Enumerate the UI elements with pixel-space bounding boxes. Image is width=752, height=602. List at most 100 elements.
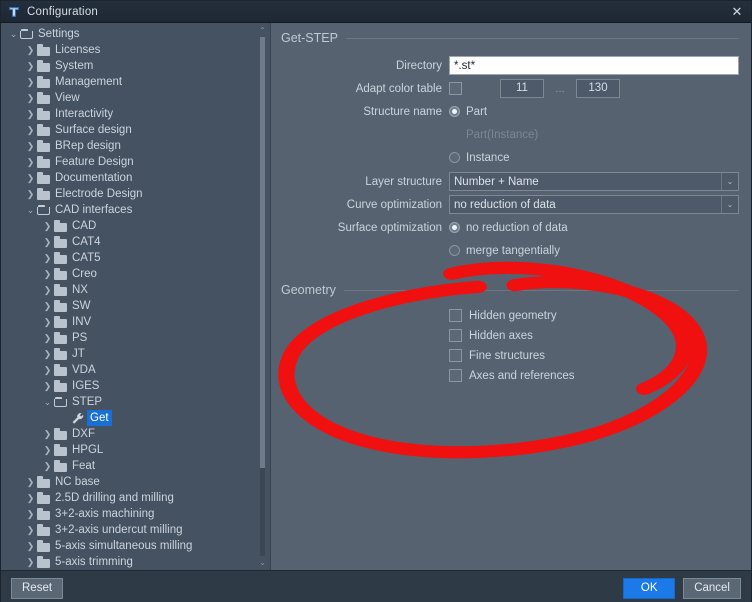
surface-optimization-radio-no-reduction[interactable]	[449, 222, 460, 233]
chevron-right-icon[interactable]: ❯	[41, 346, 54, 362]
tree-item[interactable]: ❯ SW	[1, 298, 270, 314]
chevron-right-icon[interactable]: ❯	[41, 218, 54, 234]
tree-item[interactable]: ❯ System	[1, 58, 270, 74]
tree-item[interactable]: ❯ 5-axis simultaneous milling	[1, 538, 270, 554]
tree-item[interactable]: ❯ HPGL	[1, 442, 270, 458]
geometry-checkbox[interactable]	[449, 349, 462, 362]
layer-structure-select[interactable]: Number + Name ⌄	[449, 172, 739, 191]
tree-item[interactable]: ❯ VDA	[1, 362, 270, 378]
structure-name-option-part[interactable]: Part	[466, 106, 487, 118]
tree-item[interactable]: ❯ Licenses	[1, 42, 270, 58]
adapt-color-table-checkbox[interactable]	[449, 82, 462, 95]
chevron-right-icon[interactable]: ❯	[41, 234, 54, 250]
scrollbar-thumb[interactable]	[260, 37, 265, 468]
chevron-right-icon[interactable]: ❯	[24, 506, 37, 522]
chevron-right-icon[interactable]: ❯	[24, 538, 37, 554]
chevron-right-icon[interactable]: ❯	[24, 554, 37, 570]
chevron-right-icon[interactable]: ❯	[24, 74, 37, 90]
tree-item[interactable]: ❯ 3+2-axis machining	[1, 506, 270, 522]
geometry-checkbox-row[interactable]: Hidden geometry	[449, 309, 739, 322]
surface-optimization-radio-merge-tangentially[interactable]	[449, 245, 460, 256]
geometry-checkbox[interactable]	[449, 309, 462, 322]
tree-item[interactable]: ❯ Surface design	[1, 122, 270, 138]
reset-button[interactable]: Reset	[11, 578, 64, 599]
tree-item[interactable]: ❯ View	[1, 90, 270, 106]
scroll-down-icon[interactable]: ⌄	[257, 557, 268, 568]
chevron-right-icon[interactable]: ❯	[41, 378, 54, 394]
structure-name-radio-part[interactable]	[449, 106, 460, 117]
chevron-right-icon[interactable]: ❯	[24, 522, 37, 538]
tree-item[interactable]: ⌄ CAD interfaces	[1, 202, 270, 218]
tree-item[interactable]: ❯ BRep design	[1, 138, 270, 154]
tree-item[interactable]: ⌄ STEP	[1, 394, 270, 410]
close-icon[interactable]: ✕	[728, 3, 746, 21]
tree-item[interactable]: ❯ IGES	[1, 378, 270, 394]
surface-optimization-option-merge-tangentially[interactable]: merge tangentially	[466, 245, 560, 257]
chevron-down-icon[interactable]: ⌄	[7, 26, 20, 42]
color-range-to-input[interactable]: 130	[576, 79, 620, 98]
chevron-right-icon[interactable]: ❯	[24, 186, 37, 202]
chevron-down-icon[interactable]: ⌄	[41, 394, 54, 410]
geometry-checkbox-row[interactable]: Fine structures	[449, 349, 739, 362]
cancel-button[interactable]: Cancel	[683, 578, 741, 599]
chevron-right-icon[interactable]: ❯	[41, 314, 54, 330]
scrollbar-track[interactable]	[260, 37, 265, 556]
directory-input[interactable]	[449, 56, 739, 75]
chevron-right-icon[interactable]: ❯	[24, 154, 37, 170]
chevron-right-icon[interactable]: ❯	[24, 490, 37, 506]
tree-item[interactable]: ❯ Feat	[1, 458, 270, 474]
geometry-checkbox[interactable]	[449, 369, 462, 382]
chevron-right-icon[interactable]: ❯	[41, 330, 54, 346]
chevron-right-icon[interactable]: ❯	[24, 474, 37, 490]
tree-item[interactable]: ❯ CAT5	[1, 250, 270, 266]
tree-item[interactable]: ❯ NX	[1, 282, 270, 298]
geometry-checkbox-row[interactable]: Hidden axes	[449, 329, 739, 342]
tree-item[interactable]: ❯ PS	[1, 330, 270, 346]
chevron-right-icon[interactable]: ❯	[24, 90, 37, 106]
ok-button[interactable]: OK	[623, 578, 676, 599]
tree-item[interactable]: ❯ Documentation	[1, 170, 270, 186]
tree-item[interactable]: ❯ Feature Design	[1, 154, 270, 170]
tree-item[interactable]: ❯ CAT4	[1, 234, 270, 250]
tree-item[interactable]: ⌄ Settings	[1, 26, 270, 42]
tree-item[interactable]: ❯ INV	[1, 314, 270, 330]
tree-item[interactable]: ❯ Interactivity	[1, 106, 270, 122]
chevron-right-icon[interactable]: ❯	[41, 298, 54, 314]
tree-item[interactable]: ❯ 2.5D drilling and milling	[1, 490, 270, 506]
geometry-checkbox-row[interactable]: Axes and references	[449, 369, 739, 382]
tree-item[interactable]: ❯ Management	[1, 74, 270, 90]
chevron-right-icon[interactable]: ❯	[24, 58, 37, 74]
chevron-right-icon[interactable]: ❯	[41, 458, 54, 474]
chevron-right-icon[interactable]: ❯	[41, 282, 54, 298]
chevron-right-icon[interactable]: ❯	[24, 138, 37, 154]
tree-item[interactable]: ❯ CAD	[1, 218, 270, 234]
chevron-right-icon[interactable]: ❯	[24, 122, 37, 138]
chevron-down-icon[interactable]: ⌄	[24, 202, 37, 218]
chevron-right-icon[interactable]: ❯	[24, 42, 37, 58]
chevron-right-icon[interactable]: ❯	[41, 266, 54, 282]
chevron-right-icon[interactable]: ❯	[41, 250, 54, 266]
chevron-right-icon[interactable]: ❯	[41, 362, 54, 378]
tree-item[interactable]: ❯ DXF	[1, 426, 270, 442]
tree-item[interactable]: ❯ Creo	[1, 266, 270, 282]
chevron-right-icon[interactable]: ❯	[24, 106, 37, 122]
tree-item[interactable]: ❯ 5-axis trimming	[1, 554, 270, 570]
tree-scrollbar[interactable]: ⌃ ⌄	[257, 25, 268, 568]
tree-item[interactable]: ❯ JT	[1, 346, 270, 362]
curve-optimization-select[interactable]: no reduction of data ⌄	[449, 195, 739, 214]
chevron-down-icon[interactable]: ⌄	[721, 196, 738, 213]
color-range-from-input[interactable]: 11	[500, 79, 544, 98]
structure-name-radio-instance[interactable]	[449, 152, 460, 163]
settings-tree[interactable]: ⌄ Settings ❯ Licenses ❯ System ❯ Management ❯ Vie…	[1, 26, 270, 570]
chevron-right-icon[interactable]: ❯	[41, 442, 54, 458]
tree-item[interactable]: Get	[1, 410, 270, 426]
tree-item[interactable]: ❯ 3+2-axis undercut milling	[1, 522, 270, 538]
scroll-up-icon[interactable]: ⌃	[257, 25, 268, 36]
surface-optimization-option-no-reduction[interactable]: no reduction of data	[466, 222, 568, 234]
tree-item[interactable]: ❯ Electrode Design	[1, 186, 270, 202]
chevron-right-icon[interactable]: ❯	[24, 170, 37, 186]
tree-item[interactable]: ❯ NC base	[1, 474, 270, 490]
structure-name-option-instance[interactable]: Instance	[466, 152, 509, 164]
chevron-down-icon[interactable]: ⌄	[721, 173, 738, 190]
geometry-checkbox[interactable]	[449, 329, 462, 342]
